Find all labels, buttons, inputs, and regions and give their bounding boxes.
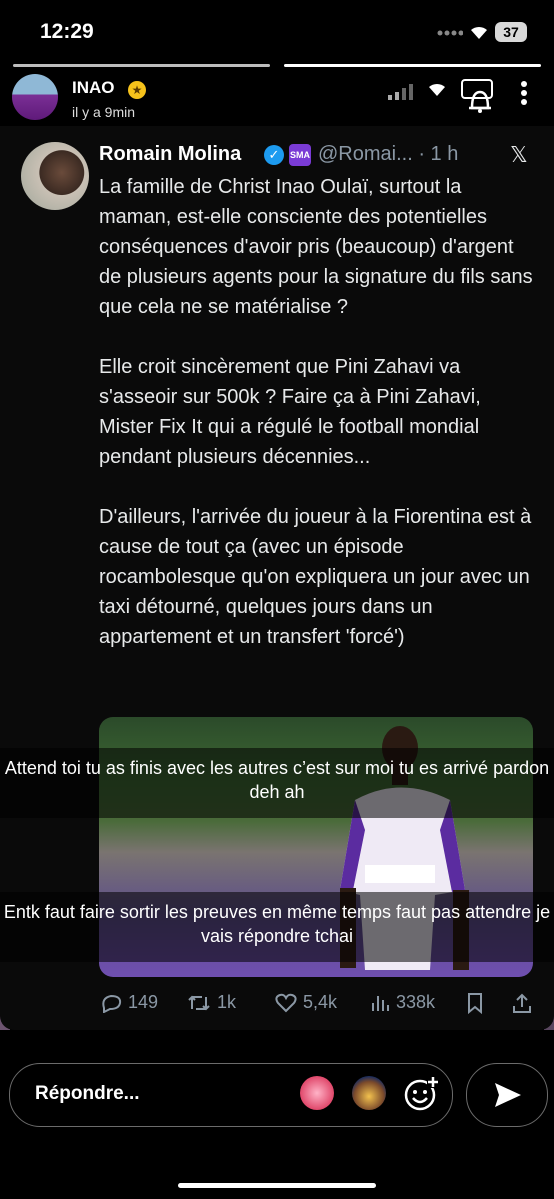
tweet-paragraph: D'ailleurs, l'arrivée du joueur à la Fio…: [99, 506, 532, 648]
tweet-paragraph: Elle croit sincèrement que Pini Zahavi v…: [99, 356, 481, 468]
views-icon: [372, 995, 389, 1011]
tweet-author-name[interactable]: Romain Molina: [99, 143, 241, 166]
reply-icon: [102, 994, 122, 1013]
story-caption: Entk faut faire sortir les preuves en mê…: [0, 892, 554, 962]
battery-indicator: 37: [495, 22, 527, 42]
wifi-icon: [471, 26, 487, 39]
retweet-action[interactable]: 1k: [187, 992, 236, 1013]
story-avatar[interactable]: [12, 74, 58, 120]
reply-action[interactable]: 149: [100, 992, 158, 1013]
story-caption: Attend toi tu as finis avec les autres c…: [0, 748, 554, 818]
tweet-author-avatar[interactable]: [21, 142, 89, 210]
x-logo-icon: 𝕏: [510, 142, 528, 167]
signal-icon: [437, 30, 463, 36]
bookmark-action[interactable]: [466, 992, 484, 1014]
story-progress-1: [13, 64, 270, 67]
story-progress-2: [284, 64, 541, 67]
like-count: 5,4k: [303, 992, 338, 1012]
more-icon[interactable]: [520, 80, 528, 106]
share-icon: [513, 993, 531, 1013]
like-action[interactable]: 5,4k: [275, 992, 337, 1013]
wifi-icon: [429, 83, 445, 96]
retweet-icon: [188, 995, 210, 1010]
retweet-count: 1k: [217, 992, 237, 1012]
affiliate-badge-icon: SMA: [289, 144, 311, 166]
add-emoji-icon[interactable]: [403, 1076, 439, 1112]
views-action[interactable]: 338k: [370, 992, 435, 1013]
quick-reaction-heart-face[interactable]: [300, 1076, 334, 1110]
bookmark-icon: [468, 993, 482, 1014]
send-button[interactable]: [466, 1063, 548, 1127]
tweet-paragraph: La famille de Christ Inao Oulaï, surtout…: [99, 176, 533, 318]
bell-icon[interactable]: [460, 78, 496, 114]
tweet-handle: @Romai... · 1 h: [318, 143, 459, 165]
signal-icon: [388, 84, 413, 100]
verified-icon: ✓: [264, 145, 284, 165]
home-indicator: [178, 1183, 376, 1188]
star-badge-icon: ★: [128, 81, 146, 99]
send-icon: [495, 1083, 521, 1107]
reply-placeholder[interactable]: Répondre...: [35, 1083, 140, 1105]
story-age: il y a 9min: [72, 104, 136, 120]
share-action[interactable]: [512, 992, 532, 1014]
views-count: 338k: [396, 992, 436, 1012]
reply-count: 149: [128, 992, 159, 1012]
quick-reaction-face[interactable]: [352, 1076, 386, 1110]
like-icon: [275, 993, 297, 1012]
tweet-text: La famille de Christ Inao Oulaï, surtout…: [99, 172, 539, 682]
status-time: 12:29: [40, 20, 94, 43]
story-username[interactable]: INAO: [72, 78, 115, 98]
